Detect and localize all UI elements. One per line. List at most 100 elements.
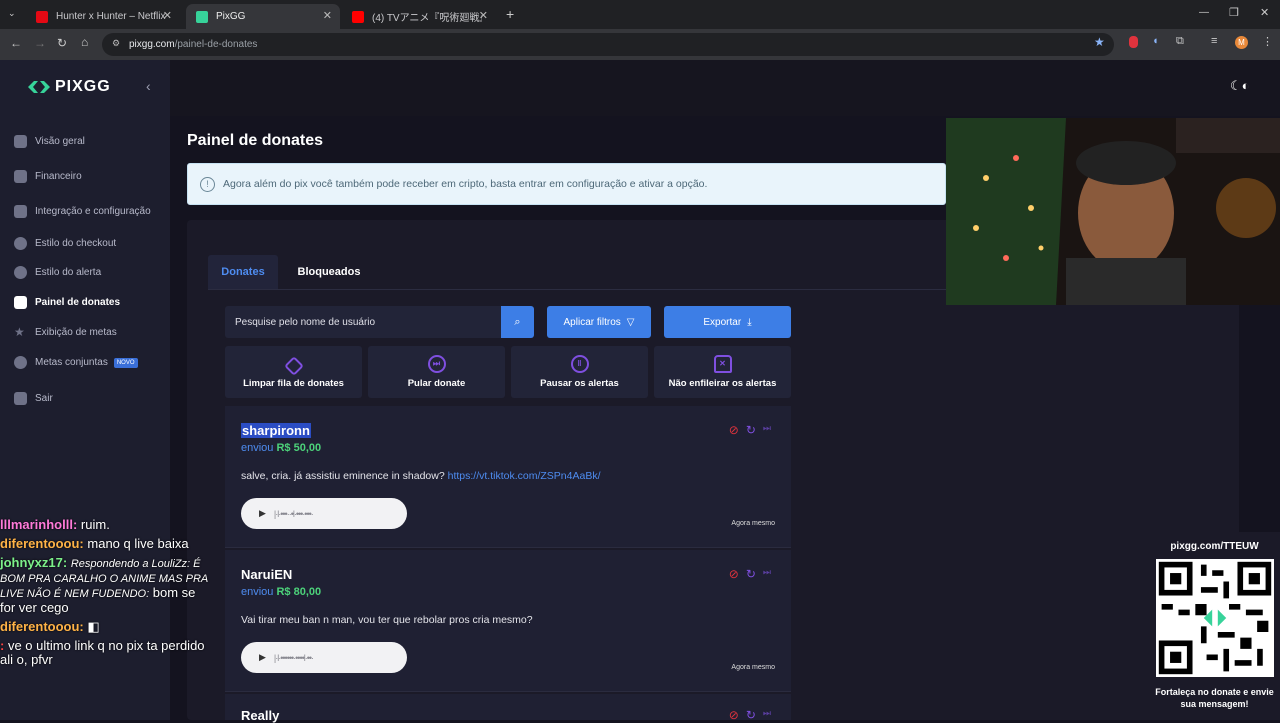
home-button-icon[interactable]: ⌂ [81, 35, 88, 49]
palette-icon [14, 237, 27, 250]
address-bar: ← → ↻ ⌂ ⚙ pixgg.com/painel-de-donates ★ … [0, 29, 1280, 60]
clear-queue-button[interactable]: Limpar fila de donates [225, 346, 362, 398]
back-icon[interactable]: ← [10, 36, 22, 50]
tab-search-icon[interactable]: ⌄ [8, 8, 16, 19]
tab-youtube[interactable]: (4) TVアニメ『呪術廻戦』第3期『死 ✕ [342, 4, 496, 29]
tab-title: PixGG [216, 11, 246, 22]
donate-amount: enviou R$ 50,00 [241, 442, 321, 454]
action-label: Não enfileirar os alertas [668, 378, 777, 389]
page-title: Painel de donates [187, 132, 324, 149]
replay-icon[interactable]: ↻ [746, 423, 756, 437]
action-label: Pausar os alertas [540, 378, 619, 389]
donate-time: Agora mesmo [731, 520, 775, 527]
sidebar-item-estilo-alerta[interactable]: Estilo do alerta [14, 266, 101, 279]
webcam-overlay [946, 118, 1280, 305]
play-icon[interactable]: ▶ [259, 652, 266, 663]
tab-donates[interactable]: Donates [208, 255, 278, 289]
export-button[interactable]: Exportar ⤓ [664, 306, 791, 338]
stream-chat: lllmarinholll: ruim. diferentooou: mano … [0, 518, 210, 667]
brand-logo[interactable]: PIXGG [28, 78, 111, 96]
tab-title: Hunter x Hunter – Netflix [56, 11, 166, 22]
chat-message: : ve o ultimo link q no pix ta perdido a… [0, 638, 205, 667]
extensions-puzzle-icon[interactable]: ⧉ [1176, 35, 1184, 48]
donor-name: NaruiEN [241, 567, 293, 582]
sidebar-item-integracao[interactable]: Integração e configuração [14, 205, 151, 218]
donor-name: Really [241, 708, 280, 723]
sidebar-item-exibicao-metas[interactable]: ★ Exibição de metas [14, 326, 117, 339]
media-icon[interactable]: ≡ [1211, 35, 1217, 47]
site-info-icon[interactable]: ⚙ [112, 38, 120, 49]
pause-icon: ‖ [570, 355, 589, 373]
skip-icon[interactable]: ⏭ [763, 423, 771, 437]
new-tab-icon[interactable]: + [506, 6, 514, 22]
pause-alerts-button[interactable]: ‖ Pausar os alertas [511, 346, 648, 398]
menu-icon[interactable]: ⋮ [1262, 35, 1273, 48]
target-icon [14, 356, 27, 369]
qr-code-icon [1155, 559, 1274, 677]
apply-filters-button[interactable]: Aplicar filtros ▽ [547, 306, 651, 338]
tab-pixgg[interactable]: PixGG ✕ [186, 4, 340, 29]
extension-icon[interactable]: ◖ [1152, 35, 1159, 47]
close-icon[interactable]: ✕ [323, 9, 332, 22]
profile-avatar[interactable]: M [1235, 36, 1248, 49]
top-bar [170, 60, 1280, 116]
sidebar-item-painel-donates[interactable]: Painel de donates [14, 296, 120, 309]
window-close-icon[interactable]: ✕ [1260, 6, 1269, 19]
message-link[interactable]: https://vt.tiktok.com/ZSPn4AaBk/ [448, 470, 601, 482]
no-queue-alerts-button[interactable]: ✕ Não enfileirar os alertas [654, 346, 791, 398]
tab-netflix[interactable]: Hunter x Hunter – Netflix ✕ [26, 4, 180, 29]
star-icon: ★ [14, 325, 25, 339]
sidebar-item-label: Integração e configuração [35, 206, 151, 217]
search-input[interactable]: Pesquise pelo nome de usuário [225, 306, 501, 338]
sidebar-item-metas-conjuntas[interactable]: Metas conjuntas NOVO [14, 356, 138, 369]
new-badge: NOVO [113, 357, 138, 368]
skip-donate-button[interactable]: ⏭ Pular donate [368, 346, 505, 398]
chat-text: ruim. [80, 517, 110, 532]
pixgg-logo-icon [28, 81, 50, 93]
donate-actions: ⊘ ↻ ⏭ [729, 423, 771, 437]
sidebar-item-label: Painel de donates [35, 297, 121, 308]
emote-icon: ◧ [87, 619, 100, 634]
action-label: Limpar fila de donates [243, 378, 344, 389]
info-banner: ! Agora além do pix você também pode rec… [187, 163, 946, 205]
block-icon[interactable]: ⊘ [729, 423, 739, 437]
skip-icon: ⏭ [427, 355, 446, 373]
sidebar-item-financeiro[interactable]: Financeiro [14, 170, 82, 183]
minimize-icon[interactable]: — [1199, 7, 1209, 18]
forward-icon[interactable]: → [34, 36, 46, 50]
replay-icon[interactable]: ↻ [746, 567, 756, 581]
sidebar-item-estilo-checkout[interactable]: Estilo do checkout [14, 237, 116, 250]
chat-text: ve o ultimo link q no pix ta perdido ali… [0, 638, 205, 667]
close-icon[interactable]: ✕ [479, 9, 488, 22]
extension-icon[interactable] [1129, 36, 1138, 48]
sidebar-item-label: Sair [35, 393, 53, 404]
chat-message: diferentooou: ◧ [0, 620, 210, 634]
block-icon[interactable]: ⊘ [729, 567, 739, 581]
sidebar-item-visao-geral[interactable]: Visão geral [14, 135, 85, 148]
url-host: pixgg.com [129, 39, 175, 50]
search-button[interactable]: ⌕ [501, 306, 534, 338]
sidebar-item-sair[interactable]: Sair [14, 392, 53, 405]
pixgg-icon [196, 10, 208, 23]
skip-icon[interactable]: ⏭ [763, 567, 771, 581]
collapse-sidebar-icon[interactable]: ‹ [146, 78, 151, 94]
chat-user: diferentooou: [0, 619, 84, 634]
home-icon [14, 135, 27, 148]
reload-icon[interactable]: ↻ [57, 36, 67, 50]
chat-user: diferentooou: [0, 536, 84, 551]
qr-overlay: pixgg.com/TTEUW Fortaleça no donate e en… [1149, 532, 1280, 720]
audio-player[interactable]: ▶ |·l·•••··•l·•••·•••· [241, 498, 407, 529]
play-icon[interactable]: ▶ [259, 508, 266, 519]
tab-bloqueados[interactable]: Bloqueados [290, 255, 368, 289]
close-icon[interactable]: ✕ [163, 9, 172, 22]
amount-value: R$ 50,00 [276, 442, 322, 454]
chat-user: lllmarinholll: [0, 517, 78, 532]
bookmark-star-icon[interactable]: ★ [1094, 35, 1105, 49]
theme-toggle-icon[interactable]: ☾◐ [1230, 78, 1250, 94]
brand-name: PIXGG [55, 78, 111, 95]
alert-icon [14, 266, 27, 279]
audio-player[interactable]: ▶ |·l·••••••·••••l·••· [241, 642, 407, 673]
url-field[interactable]: ⚙ pixgg.com/painel-de-donates [102, 33, 1114, 56]
download-icon: ⤓ [747, 316, 752, 328]
restore-icon[interactable]: ❐ [1229, 6, 1239, 19]
